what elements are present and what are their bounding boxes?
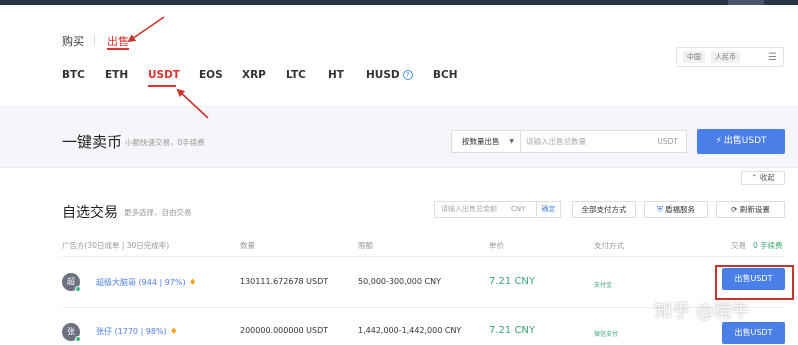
annotation-arrows bbox=[127, 16, 209, 119]
annotation-arrow bbox=[176, 88, 209, 119]
annotation-arrow bbox=[127, 16, 165, 43]
